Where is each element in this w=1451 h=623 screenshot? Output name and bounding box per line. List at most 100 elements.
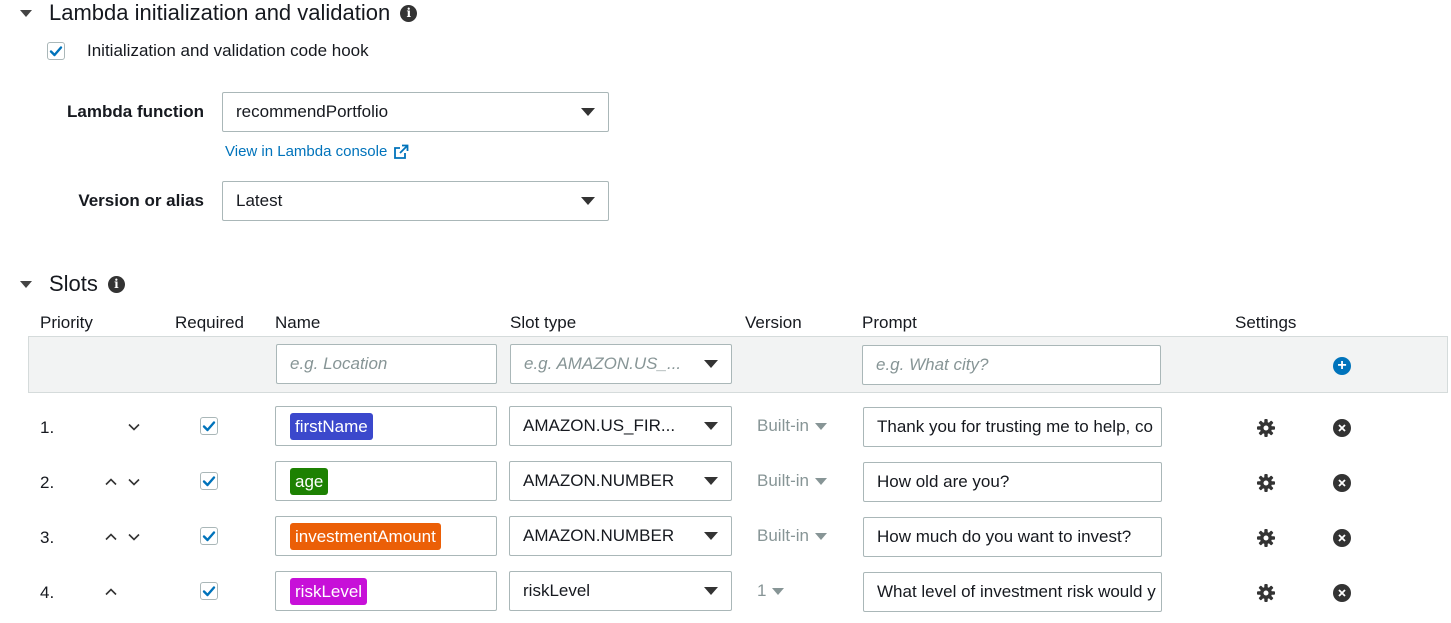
col-name: Name [275, 313, 321, 332]
close-icon [1338, 589, 1346, 597]
dropdown-arrow-icon [814, 477, 827, 485]
slot-name-chip: age [290, 467, 329, 495]
new-slot-type-placeholder: e.g. AMAZON.US_... [524, 354, 682, 373]
new-slot-row [28, 336, 1448, 393]
slots-section-title: Slots [49, 271, 98, 296]
slot-name-field[interactable]: age [275, 461, 497, 501]
move-down-icon[interactable] [127, 475, 141, 489]
code-hook-label: Initialization and validation code hook [87, 41, 369, 60]
slot-version-value: Built-in [757, 471, 809, 490]
delete-slot-button[interactable] [1333, 529, 1351, 547]
slots-section-header[interactable]: Slots i [20, 271, 125, 297]
slot-version-select[interactable]: Built-in [757, 526, 827, 546]
version-alias-value: Latest [236, 191, 283, 210]
slot-type-select[interactable]: AMAZON.NUMBER [509, 461, 732, 501]
info-icon[interactable]: i [107, 275, 125, 293]
dropdown-arrow-icon [704, 422, 718, 430]
move-up-icon[interactable] [104, 585, 118, 599]
view-lambda-console-link[interactable]: View in Lambda console [225, 143, 409, 160]
close-icon [1338, 424, 1346, 432]
info-icon[interactable]: i [400, 4, 418, 22]
lambda-section-title: Lambda initialization and validation [49, 0, 391, 25]
dropdown-arrow-icon [581, 197, 595, 205]
checkmark-icon [202, 421, 216, 432]
version-alias-select[interactable]: Latest [222, 181, 609, 221]
new-slot-type-select[interactable]: e.g. AMAZON.US_... [510, 344, 732, 384]
move-up-icon[interactable] [104, 530, 118, 544]
collapse-caret-icon[interactable] [20, 280, 32, 288]
slot-prompt-input[interactable]: How much do you want to invest? [863, 517, 1162, 557]
slot-type-value: AMAZON.NUMBER [523, 471, 675, 490]
checkmark-icon [202, 531, 216, 542]
checkmark-icon [49, 46, 63, 57]
slot-name-chip: investmentAmount [290, 522, 441, 550]
dropdown-arrow-icon [704, 360, 718, 368]
slot-type-select[interactable]: AMAZON.US_FIR... [509, 406, 732, 446]
dropdown-arrow-icon [814, 532, 827, 540]
code-hook-checkbox[interactable] [47, 42, 65, 60]
col-version: Version [745, 313, 802, 332]
slot-type-value: AMAZON.US_FIR... [523, 416, 676, 435]
slot-prompt-input[interactable]: Thank you for trusting me to help, co [863, 407, 1162, 447]
slot-version-value: 1 [757, 581, 767, 600]
move-down-icon[interactable] [127, 420, 141, 434]
checkmark-icon [202, 476, 216, 487]
lambda-function-select[interactable]: recommendPortfolio [222, 92, 609, 132]
slot-version-value: Built-in [757, 526, 809, 545]
slot-priority: 2. [40, 473, 55, 492]
required-checkbox[interactable] [200, 527, 218, 545]
slot-name-field[interactable]: investmentAmount [275, 516, 497, 556]
slot-version-select[interactable]: Built-in [757, 416, 827, 436]
close-icon [1338, 479, 1346, 487]
lambda-section-header[interactable]: Lambda initialization and validation i [20, 0, 418, 26]
dropdown-arrow-icon [581, 108, 595, 116]
collapse-caret-icon[interactable] [20, 9, 32, 17]
col-slot-type: Slot type [510, 313, 577, 332]
new-slot-prompt-input[interactable]: e.g. What city? [862, 345, 1161, 385]
slot-type-value: AMAZON.NUMBER [523, 526, 675, 545]
slot-name-field[interactable]: riskLevel [275, 571, 497, 611]
delete-slot-button[interactable] [1333, 584, 1351, 602]
lambda-function-value: recommendPortfolio [236, 102, 389, 121]
dropdown-arrow-icon [814, 422, 827, 430]
settings-gear-icon[interactable] [1256, 418, 1276, 438]
slot-priority: 1. [40, 418, 55, 437]
slot-version-value: Built-in [757, 416, 809, 435]
col-prompt: Prompt [862, 313, 917, 332]
new-slot-name-input[interactable]: e.g. Location [276, 344, 497, 384]
slot-version-select[interactable]: 1 [757, 581, 785, 601]
slot-name-chip: riskLevel [290, 577, 368, 605]
slot-prompt-input[interactable]: How old are you? [863, 462, 1162, 502]
slot-priority: 4. [40, 583, 55, 602]
slot-type-value: riskLevel [523, 581, 591, 600]
settings-gear-icon[interactable] [1256, 473, 1276, 493]
delete-slot-button[interactable] [1333, 474, 1351, 492]
delete-slot-button[interactable] [1333, 419, 1351, 437]
settings-gear-icon[interactable] [1256, 583, 1276, 603]
slot-name-chip: firstName [290, 412, 373, 440]
slot-type-select[interactable]: riskLevel [509, 571, 732, 611]
dropdown-arrow-icon [704, 477, 718, 485]
required-checkbox[interactable] [200, 472, 218, 490]
slot-version-select[interactable]: Built-in [757, 471, 827, 491]
external-link-icon [394, 144, 409, 159]
move-down-icon[interactable] [127, 530, 141, 544]
add-slot-button[interactable]: + [1333, 357, 1351, 375]
plus-icon: + [1337, 357, 1347, 374]
required-checkbox[interactable] [200, 582, 218, 600]
dropdown-arrow-icon [704, 532, 718, 540]
slot-type-select[interactable]: AMAZON.NUMBER [509, 516, 732, 556]
col-priority: Priority [40, 313, 93, 332]
slot-prompt-input[interactable]: What level of investment risk would y [863, 572, 1162, 612]
dropdown-arrow-icon [772, 587, 785, 595]
lambda-function-label: Lambda function [67, 102, 204, 121]
required-checkbox[interactable] [200, 417, 218, 435]
version-alias-label: Version or alias [78, 191, 204, 210]
slot-name-field[interactable]: firstName [275, 406, 497, 446]
col-required: Required [175, 313, 244, 332]
move-up-icon[interactable] [104, 475, 118, 489]
slot-priority: 3. [40, 528, 55, 547]
view-link-text: View in Lambda console [225, 143, 388, 160]
checkmark-icon [202, 586, 216, 597]
settings-gear-icon[interactable] [1256, 528, 1276, 548]
